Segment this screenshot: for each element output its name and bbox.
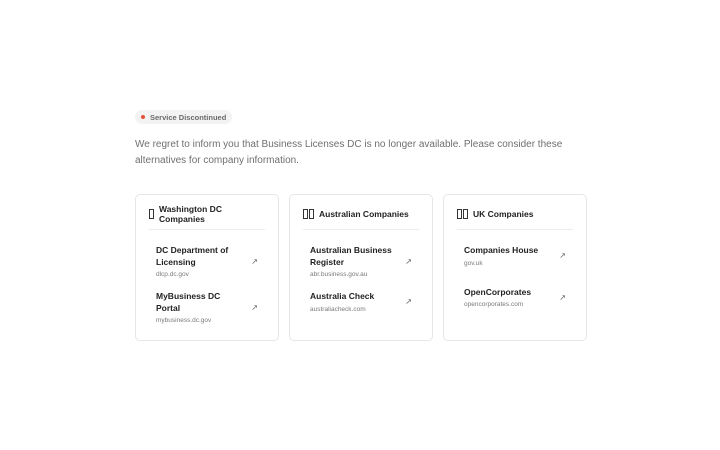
external-link-icon: ↗	[251, 257, 258, 266]
external-link-icon: ↗	[405, 257, 412, 266]
external-link-icon: ↗	[251, 303, 258, 312]
card-header: Australian Companies	[303, 195, 419, 230]
external-link-icon: ↗	[559, 292, 566, 302]
card-washington-dc: Washington DC Companies DC Department of…	[135, 194, 279, 341]
flag-icon	[149, 209, 154, 219]
external-link-icon: ↗	[559, 251, 566, 261]
link-companies-house[interactable]: Companies House gov.uk ↗	[457, 245, 573, 267]
link-name: Companies House	[464, 245, 539, 255]
link-name: MyBusiness DC Portal	[156, 291, 221, 313]
link-name: OpenCorporates	[464, 286, 532, 297]
link-url: gov.uk	[464, 259, 483, 267]
link-url: australiacheck.com	[310, 305, 366, 313]
card-title: Australian Companies	[319, 209, 409, 219]
card-title: Washington DC Companies	[159, 204, 222, 224]
link-dc-department-of-licensing[interactable]: DC Department of Licensing dlcp.dc.gov ↗	[149, 245, 265, 278]
flag-icon	[303, 209, 314, 219]
status-badge: Service Discontinued	[135, 110, 233, 124]
card-australian-companies: Australian Companies Australian Business…	[289, 194, 433, 341]
card-uk-companies: UK Companies Companies House gov.uk ↗ Op…	[443, 194, 587, 341]
link-name: Australian Business Register	[310, 245, 392, 267]
card-title: UK Companies	[473, 209, 534, 219]
link-name: Australia Check	[310, 291, 375, 301]
link-url: mybusiness.dc.gov	[156, 317, 212, 324]
link-url: dlcp.dc.gov	[156, 271, 189, 278]
status-dot	[141, 115, 145, 119]
card-header: Washington DC Companies	[149, 195, 265, 230]
link-australian-business-register[interactable]: Australian Business Register abr.busines…	[303, 245, 419, 278]
discontinued-message: We regret to inform you that Business Li…	[135, 139, 563, 166]
link-url: abr.business.gov.au	[310, 271, 368, 278]
alternatives-cards: Washington DC Companies DC Department of…	[135, 194, 587, 341]
flag-icon	[457, 209, 468, 219]
link-name: DC Department of Licensing	[156, 245, 229, 267]
status-label: Service Discontinued	[150, 112, 227, 122]
link-australia-check[interactable]: Australia Check australiacheck.com ↗	[303, 291, 419, 313]
link-mybusiness-dc-portal[interactable]: MyBusiness DC Portal mybusiness.dc.gov ↗	[149, 291, 265, 324]
link-opencorporates[interactable]: OpenCorporates opencorporates.com ↗	[457, 287, 573, 309]
external-link-icon: ↗	[405, 297, 412, 307]
link-url: opencorporates.com	[464, 301, 524, 308]
card-header: UK Companies	[457, 195, 573, 230]
